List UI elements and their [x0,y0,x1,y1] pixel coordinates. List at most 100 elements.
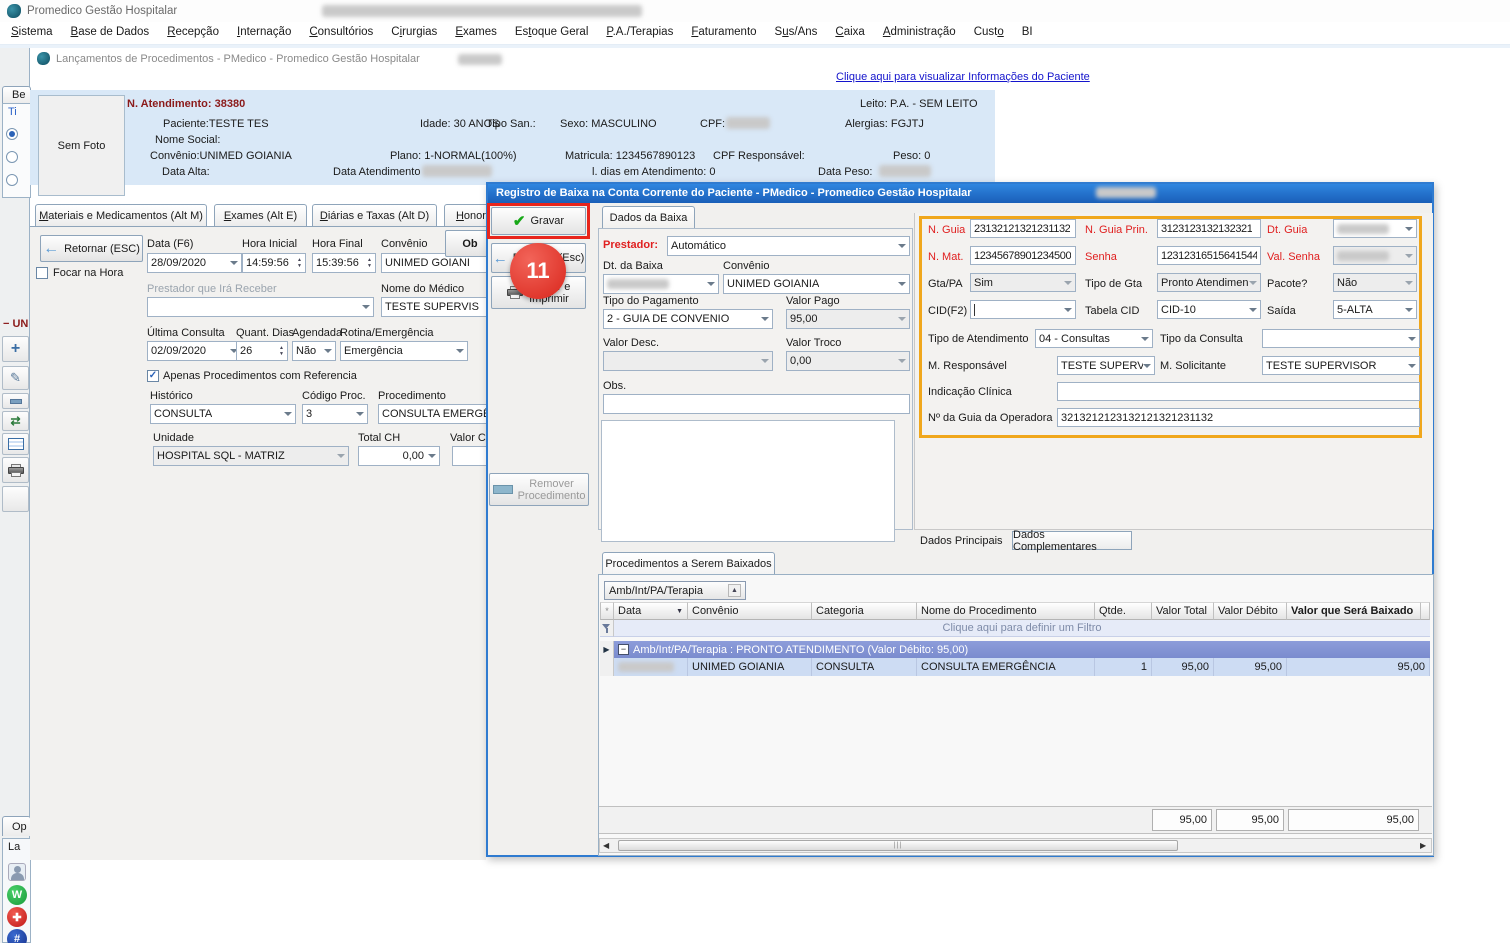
dt-baixa-field[interactable] [603,274,719,294]
menu-consultorios[interactable]: Consultórios [300,22,382,42]
tab-exames[interactable]: Exames (Alt E) [214,204,307,226]
radio-option-3[interactable] [6,174,18,186]
radio-option-2[interactable] [6,151,18,163]
quant-dias-field[interactable]: 26▲▼ [236,341,288,361]
prestador-receber-field[interactable] [147,297,374,317]
data-f6-field[interactable]: 28/09/2020 [147,253,242,273]
menu-estoque-geral[interactable]: Estoque Geral [506,22,598,42]
hora-inicial-field[interactable]: 14:59:56▲▼ [242,253,306,273]
blank-tool-button[interactable] [2,486,29,512]
hora-final-field[interactable]: 15:39:56▲▼ [312,253,376,273]
print-button[interactable] [2,457,29,483]
tipo-pagamento-field[interactable]: 2 - GUIA DE CONVENIO [603,309,773,329]
col-header-valor-baixado[interactable]: Valor que Será Baixado [1287,602,1421,620]
m-responsavel-field[interactable]: TESTE SUPERVIS [1057,356,1155,375]
tab-dados-principais[interactable]: Dados Principais [920,535,1003,548]
spinner-icon[interactable]: ▲▼ [367,258,372,269]
n-guia-prin-field[interactable]: 3123123132132321 [1157,219,1261,238]
col-header-nome-procedimento[interactable]: Nome do Procedimento [917,602,1095,620]
menu-sistema[interactable]: Sistema [2,22,62,42]
cell-data[interactable] [614,658,688,676]
menu-exames[interactable]: Exames [446,22,506,42]
menu-sus-ans[interactable]: Sus/Ans [766,22,827,42]
menu-base-de-dados[interactable]: Base de Dados [62,22,159,42]
valor-troco-field[interactable]: 0,00 [786,351,910,371]
menu-custo[interactable]: Custo [965,22,1013,42]
edit-button[interactable]: ✎ [2,366,29,390]
remove-button[interactable] [2,393,29,409]
col-header-categoria[interactable]: Categoria [812,602,917,620]
total-ch-field[interactable]: 0,00 [358,446,440,466]
valor-desc-field[interactable] [603,351,773,371]
tab-diarias-taxas[interactable]: Diárias e Taxas (Alt D) [312,204,437,226]
focar-na-hora-checkbox[interactable] [36,267,48,279]
tab-dados-complementares[interactable]: Dados Complementares [1012,531,1132,550]
valor-pago-field[interactable]: 95,00 [786,309,910,329]
tipo-atendimento-field[interactable]: 04 - Consultas [1035,329,1153,348]
radio-option-1[interactable] [6,128,18,140]
prestador-field[interactable]: Automático [667,236,910,256]
cid-f2-field[interactable] [970,300,1076,319]
patient-info-link[interactable]: Clique aqui para visualizar Informações … [836,71,1090,84]
gta-pa-field[interactable]: Sim [970,273,1076,292]
groupby-pill[interactable]: Amb/Int/PA/Terapia▲ [604,581,746,600]
menu-internacao[interactable]: Internação [228,22,300,42]
procedimento-field[interactable]: CONSULTA EMERGÊN [378,404,491,424]
val-senha-field[interactable] [1333,246,1417,265]
guia-operadora-field[interactable]: 3213212123132121321231132 [1057,408,1420,427]
avatar-icon[interactable] [8,863,26,881]
left-strip-tab-top[interactable]: Be [2,86,31,103]
rotina-emergencia-field[interactable]: Emergência [340,341,468,361]
spinner-icon[interactable]: ▲▼ [279,346,284,357]
transfer-button[interactable]: ⇄ [2,411,29,431]
menu-recepcao[interactable]: Recepção [158,22,228,42]
obs-field[interactable] [603,394,910,414]
emergency-cross-icon[interactable]: ✚ [7,907,27,927]
menu-administracao[interactable]: Administração [874,22,965,42]
cell-qtde[interactable]: 1 [1095,658,1152,676]
left-strip-tab-bottom[interactable]: Op [2,816,31,836]
cell-convenio[interactable]: UNIMED GOIANIA [688,658,812,676]
n-guia-field[interactable]: 23132121321231132 [970,219,1076,238]
unidade-field[interactable]: HOSPITAL SQL - MATRIZ [153,446,349,466]
col-header-convenio[interactable]: Convênio [688,602,812,620]
col-header-valor-debito[interactable]: Valor Débito [1214,602,1287,620]
cell-valor-debito[interactable]: 95,00 [1214,658,1287,676]
n-mat-field[interactable]: 12345678901234500 [970,246,1076,265]
codigo-proc-field[interactable]: 3 [302,404,368,424]
saida-field[interactable]: 5-ALTA [1333,300,1417,319]
dialog-convenio-field[interactable]: UNIMED GOIANIA [723,274,910,294]
tab-materiais-medicamentos[interactable]: Materiais e Medicamentos (Alt M) [35,204,207,226]
tipo-gta-field[interactable]: Pronto Atendimen [1157,273,1261,292]
scroll-thumb[interactable]: ||| [618,840,1178,851]
add-button[interactable]: + [2,336,29,362]
menu-faturamento[interactable]: Faturamento [682,22,765,42]
menu-caixa[interactable]: Caixa [826,22,873,42]
whatsapp-icon[interactable]: W [7,885,27,905]
tab-procedimentos-baixados[interactable]: Procedimentos a Serem Baixados [602,552,775,574]
tab-dados-da-baixa[interactable]: Dados da Baixa [602,206,695,229]
calculator-icon[interactable]: # [7,929,27,943]
col-header-data[interactable]: Data▼ [614,602,688,620]
menu-pa-terapias[interactable]: P.A./Terapias [597,22,682,42]
apenas-referencia-checkbox[interactable]: ✓ [147,370,159,382]
cell-valor-total[interactable]: 95,00 [1152,658,1214,676]
scroll-right-arrow[interactable]: ▶ [1420,841,1426,850]
senha-field[interactable]: 12312316515641544 [1157,246,1261,265]
spinner-icon[interactable]: ▲▼ [297,258,302,269]
grid-report-button[interactable] [2,433,29,455]
col-header-qtde[interactable]: Qtde. [1095,602,1152,620]
col-header-valor-total[interactable]: Valor Total [1152,602,1214,620]
m-solicitante-field[interactable]: TESTE SUPERVISOR [1262,356,1420,375]
menu-bi[interactable]: BI [1013,22,1042,42]
obs-memo-area[interactable] [601,420,895,542]
retornar-button[interactable]: ←Retornar (ESC) [40,235,143,262]
remover-procedimento-button[interactable]: RemoverProcedimento [489,473,589,506]
cell-categoria[interactable]: CONSULTA [812,658,917,676]
pacote-field[interactable]: Não [1333,273,1417,292]
dt-guia-field[interactable] [1333,219,1417,238]
menu-cirurgias[interactable]: Cirurgias [382,22,446,42]
filter-row[interactable]: Clique aqui para definir um Filtro [614,620,1430,637]
tabela-cid-field[interactable]: CID-10 [1157,300,1261,319]
tipo-consulta-field[interactable] [1262,329,1420,348]
